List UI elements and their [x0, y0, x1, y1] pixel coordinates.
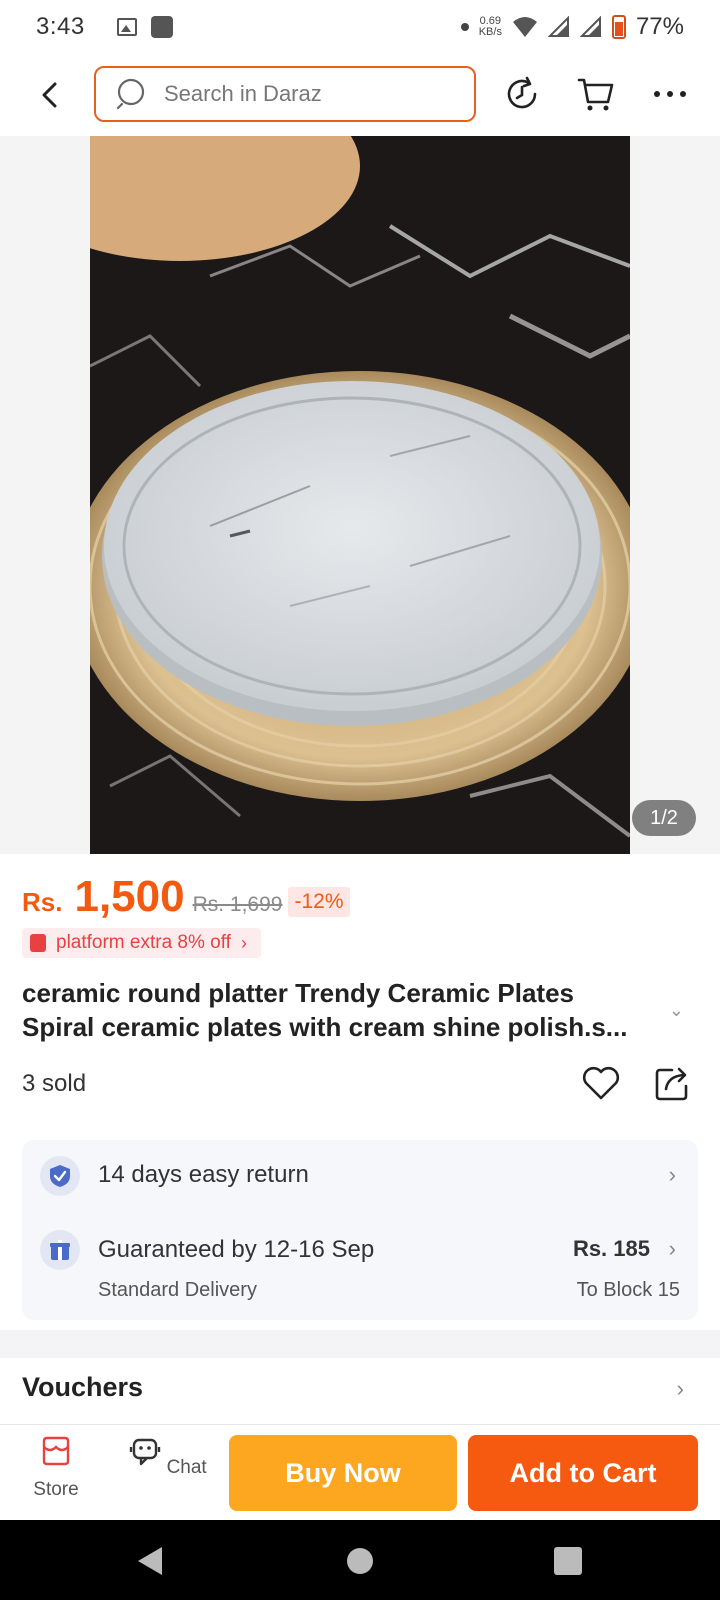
- chevron-down-icon[interactable]: ⌄: [669, 1000, 684, 1021]
- buy-now-button[interactable]: Buy Now: [229, 1435, 457, 1511]
- return-policy-text: 14 days easy return: [98, 1161, 309, 1188]
- price-row: Rs. 1,500 Rs. 1,699 -12%: [22, 872, 350, 922]
- more-icon: [654, 91, 686, 97]
- search-icon: [116, 78, 145, 110]
- add-to-cart-button[interactable]: Add to Cart: [468, 1435, 698, 1511]
- service-card: 14 days easy return › Guaranteed by 12-1…: [22, 1140, 698, 1320]
- system-nav-bar: [0, 1520, 720, 1600]
- price-currency: Rs.: [22, 887, 63, 917]
- chat-label: Chat: [166, 1457, 207, 1478]
- signal-icon: [547, 16, 569, 37]
- shield-check-icon: [40, 1156, 80, 1196]
- section-divider: [0, 1330, 720, 1358]
- title-line-1: ceramic round platter Trendy Ceramic Pla…: [22, 978, 574, 1008]
- chevron-right-icon: ›: [668, 1162, 676, 1187]
- status-left-icons: [116, 16, 173, 38]
- heart-icon: [582, 1066, 620, 1100]
- store-button[interactable]: Store: [16, 1435, 96, 1501]
- delivery-guarantee-text: Guaranteed by 12-16 Sep: [98, 1236, 375, 1263]
- product-gallery[interactable]: 1/2: [0, 136, 720, 854]
- chevron-right-icon: ›: [240, 932, 247, 953]
- store-label: Store: [33, 1479, 79, 1500]
- delivery-row[interactable]: Guaranteed by 12-16 Sep Standard Deliver…: [22, 1214, 698, 1320]
- bottom-action-bar: Store Chat Buy Now Add to Cart: [0, 1424, 720, 1520]
- chat-bot-icon: [130, 1438, 161, 1466]
- status-right: 0.69 KB/s 77%: [460, 13, 684, 41]
- status-bar: 3:43 0.69 KB/s 77%: [0, 0, 720, 54]
- nav-home-icon[interactable]: [343, 1544, 377, 1578]
- original-price: Rs. 1,699: [192, 893, 283, 916]
- delivery-fee: Rs. 185: [572, 1236, 650, 1261]
- title-line-2: Spiral ceramic plates with cream shine p…: [22, 1012, 628, 1042]
- delivery-box-icon: [40, 1230, 80, 1270]
- image-page-indicator: 1/2: [632, 800, 696, 836]
- net-speed-unit: KB/s: [478, 26, 502, 38]
- wishlist-button[interactable]: [580, 1062, 622, 1104]
- delivery-type: Standard Delivery: [98, 1279, 257, 1301]
- cart-button[interactable]: [568, 66, 624, 122]
- promo-tag-icon: [30, 934, 46, 952]
- plate-photo-illustration: [90, 136, 630, 854]
- search-placeholder: Search in Daraz: [164, 81, 322, 106]
- delivery-destination: To Block 15: [576, 1279, 680, 1301]
- discount-badge: -12%: [288, 887, 350, 917]
- store-icon: [42, 1436, 70, 1466]
- battery-percent: 77%: [635, 13, 684, 40]
- top-bar: Search in Daraz: [0, 54, 720, 136]
- net-speed: 0.69 KB/s: [479, 16, 502, 38]
- platform-promo[interactable]: platform extra 8% off ›: [22, 928, 261, 958]
- share-button[interactable]: [652, 1062, 694, 1104]
- sold-count: 3 sold: [22, 1070, 87, 1097]
- battery-icon: [611, 15, 626, 39]
- search-input[interactable]: Search in Daraz: [94, 66, 476, 122]
- back-arrow-icon: [42, 82, 57, 108]
- chevron-right-icon: ›: [676, 1376, 684, 1401]
- chevron-right-icon: ›: [668, 1236, 676, 1261]
- history-button[interactable]: [494, 66, 550, 122]
- status-time: 3:43: [36, 13, 85, 40]
- product-image[interactable]: [90, 136, 630, 854]
- chat-button[interactable]: Chat: [128, 1435, 208, 1479]
- product-title[interactable]: ceramic round platter Trendy Ceramic Pla…: [22, 976, 662, 1044]
- signal-2-icon: [579, 16, 601, 37]
- back-button[interactable]: [20, 65, 80, 125]
- nav-back-icon[interactable]: [134, 1544, 168, 1578]
- cart-icon: [577, 78, 614, 111]
- dot-icon: [460, 23, 469, 31]
- share-icon: [655, 1067, 688, 1101]
- wifi-icon: [512, 17, 537, 37]
- vouchers-row[interactable]: Vouchers ›: [0, 1358, 720, 1424]
- gallery-notification-icon: [116, 18, 137, 36]
- refresh-icon: [507, 76, 537, 109]
- nav-recents-icon[interactable]: [551, 1544, 585, 1578]
- return-policy-row[interactable]: 14 days easy return ›: [22, 1140, 698, 1214]
- app-notification-icon: [150, 16, 173, 38]
- price-value: 1,500: [74, 872, 185, 921]
- more-button[interactable]: [642, 66, 698, 122]
- promo-text: platform extra 8% off: [56, 932, 231, 953]
- vouchers-label: Vouchers: [22, 1372, 144, 1402]
